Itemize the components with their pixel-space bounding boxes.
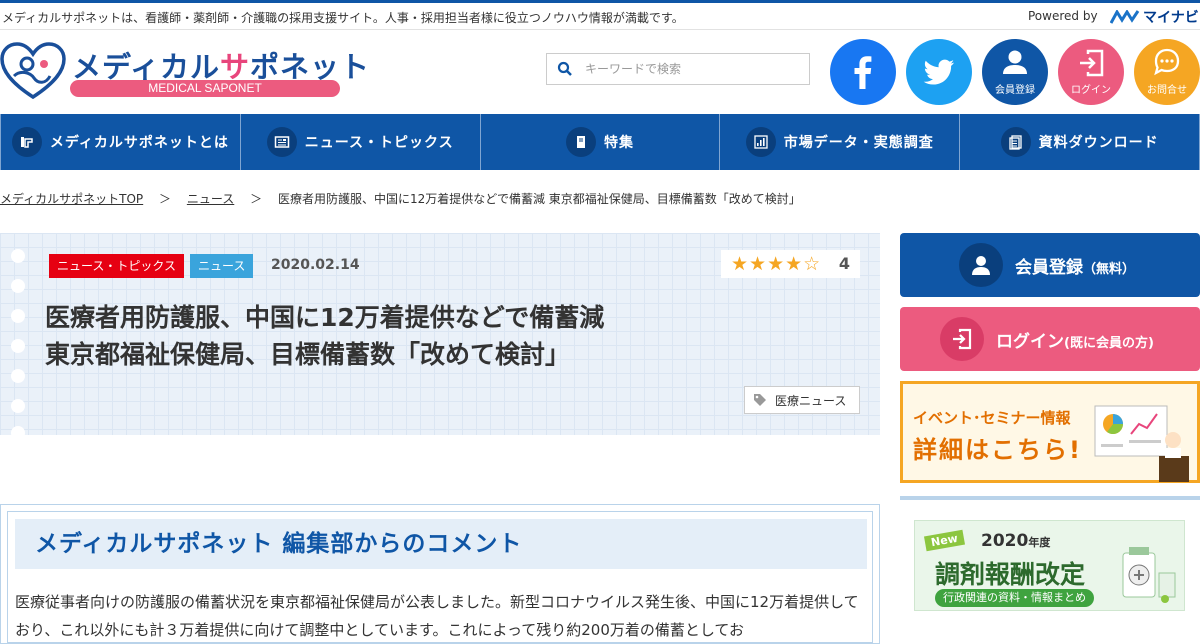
binder-ring [11, 249, 25, 263]
binder-ring [11, 426, 25, 440]
nav-item-label: 特集 [603, 135, 634, 151]
document-icon [1000, 127, 1031, 157]
banner-headline: 調剤報酬改定 [935, 560, 1086, 589]
binder-ring [11, 399, 25, 413]
nav-item-label: メディカルサポネットとは [49, 135, 229, 151]
tag-label: 医療ニュース [775, 393, 847, 408]
sidebar-divider [900, 496, 1200, 500]
mynavi-mark-icon [1110, 10, 1140, 24]
logo-subtitle: MEDICAL SAPONET [70, 80, 340, 97]
sidebar-member-register-button[interactable]: 会員登録（無料） [900, 233, 1200, 297]
sidebar-login-note: (既に会員の方) [1064, 335, 1154, 351]
nav-item-market-data[interactable]: 市場データ・実態調査 [720, 114, 961, 170]
article-title: 医療者用防護服、中国に12万着提供などで備蓄減 東京都福祉保健局、目標備蓄数「改… [45, 299, 705, 373]
binder-ring [11, 309, 25, 323]
bar-chart-icon [745, 127, 776, 157]
article-date: 2020.02.14 [271, 257, 360, 273]
twitter-button[interactable] [906, 39, 972, 105]
twitter-icon [923, 59, 954, 85]
mynavi-text: マイナビ [1143, 10, 1199, 26]
editor-comment-box: メディカルサポネット 編集部からのコメント 医療従事者向けの防護服の備蓄状況を東… [0, 504, 880, 644]
newspaper-icon [266, 127, 297, 157]
user-icon [959, 243, 1003, 287]
editor-comment-heading: メディカルサポネット 編集部からのコメント [15, 519, 867, 569]
speech-bubble-icon [1154, 48, 1180, 76]
new-badge: New [923, 529, 965, 552]
breadcrumb-home-link[interactable]: メディカルサポネットTOP [0, 192, 143, 206]
article-title-line2: 東京都福祉保健局、目標備蓄数「改めて検討」 [45, 340, 571, 369]
contact-label: お問合せ [1147, 85, 1187, 96]
facebook-button[interactable] [830, 39, 896, 105]
banner-year-number: 2020 [981, 531, 1029, 551]
site-tagline: メディカルサポネットは、看護師・薬剤師・介護職の採用支援サイト。人事・採用担当者… [2, 11, 684, 25]
member-register-label: 会員登録 [995, 85, 1035, 96]
login-icon [1080, 49, 1104, 77]
category-badge-news[interactable]: ニュース [190, 254, 254, 278]
sidebar-member-note: （無料） [1083, 261, 1136, 277]
editor-comment-inner: メディカルサポネット 編集部からのコメント 医療従事者向けの防護服の備蓄状況を東… [7, 511, 873, 643]
breadcrumb: メディカルサポネットTOP ＞ ニュース ＞ 医療者用防護服、中国に12万着提供… [0, 190, 801, 207]
sidebar-login-label: ログイン(既に会員の方) [996, 327, 1154, 352]
top-bar: メディカルサポネットは、看護師・薬剤師・介護職の採用支援サイト。人事・採用担当者… [0, 0, 1200, 30]
dispensing-fee-revision-banner[interactable]: New 2020年度 調剤報酬改定 行政関連の資料・情報まとめ [914, 520, 1185, 611]
nav-item-about[interactable]: メディカルサポネットとは [0, 114, 241, 170]
editor-comment-body: 医療従事者向けの防護服の備蓄状況を東京都福祉保健局が公表しました。新型コロナウイ… [15, 593, 859, 639]
search-input[interactable] [585, 58, 805, 80]
site-logo[interactable]: メディカルサポネット MEDICAL SAPONET [0, 42, 369, 102]
article-title-line1: 医療者用防護服、中国に12万着提供などで備蓄減 [45, 303, 605, 332]
rating-box: ★★★★☆ 4 [721, 250, 860, 278]
nav-item-label: ニュース・トピックス [304, 135, 454, 151]
event-banner-line1: イベント･セミナー情報 [913, 409, 1071, 427]
presentation-illustration-icon [1094, 405, 1189, 482]
logo-text-3: ポネット [250, 50, 371, 84]
book-icon [565, 127, 596, 157]
banner-year: 2020年度 [981, 531, 1050, 551]
contact-button[interactable]: お問合せ [1134, 39, 1200, 105]
breadcrumb-news-link[interactable]: ニュース [187, 192, 234, 206]
member-register-button[interactable]: 会員登録 [982, 39, 1048, 105]
search-icon[interactable] [557, 61, 573, 77]
tag-icon [754, 394, 766, 406]
breadcrumb-current: 医療者用防護服、中国に12万着提供などで備蓄減 東京都福祉保健局、目標備蓄数「改… [277, 192, 801, 206]
binder-ring [11, 279, 25, 293]
logo-text-1: メディカル [72, 50, 220, 84]
banner-subheadline: 行政関連の資料・情報まとめ [935, 589, 1094, 607]
global-nav: メディカルサポネットとは ニュース・トピックス 特集 市場データ・実態調査 資料… [0, 114, 1200, 170]
tag-medical-news[interactable]: 医療ニュース [744, 386, 860, 414]
binder-ring [11, 339, 25, 353]
facebook-icon [854, 56, 872, 89]
nav-item-feature[interactable]: 特集 [481, 114, 721, 170]
login-icon [940, 317, 984, 361]
login-label: ログイン [1071, 85, 1111, 96]
binder-ring [11, 369, 25, 383]
mynavi-logo-link[interactable]: マイナビ [1110, 7, 1199, 27]
pharmacy-illustration-icon [1122, 547, 1176, 603]
star-rating: ★★★★☆ [731, 253, 822, 275]
nav-item-label: 資料ダウンロード [1038, 135, 1159, 151]
breadcrumb-separator: ＞ [250, 192, 263, 206]
breadcrumb-separator: ＞ [159, 192, 172, 206]
event-banner-line2: 詳細はこちら! [913, 436, 1082, 464]
user-icon [1003, 50, 1027, 74]
site-header: メディカルサポネット MEDICAL SAPONET 会員登録 ログイン お問合… [0, 30, 1200, 114]
event-seminar-banner[interactable]: イベント･セミナー情報 詳細はこちら! [900, 381, 1200, 483]
banner-year-suffix: 年度 [1028, 536, 1051, 549]
sidebar-login-button[interactable]: ログイン(既に会員の方) [900, 307, 1200, 371]
sidebar-member-text: 会員登録 [1015, 257, 1083, 278]
sidebar-member-label: 会員登録（無料） [1015, 253, 1135, 278]
heart-logo-icon [0, 42, 66, 100]
login-button[interactable]: ログイン [1058, 39, 1124, 105]
search-box [546, 53, 810, 85]
article-header: ニュース・トピックス ニュース 2020.02.14 ★★★★☆ 4 医療者用防… [0, 233, 880, 440]
nav-item-download[interactable]: 資料ダウンロード [960, 114, 1200, 170]
nav-item-news[interactable]: ニュース・トピックス [241, 114, 481, 170]
nav-item-label: 市場データ・実態調査 [783, 135, 934, 151]
logo-text-2: サ [219, 50, 250, 84]
pointer-icon [11, 127, 42, 157]
powered-by-label: Powered by [1028, 9, 1098, 23]
rating-value: 4 [838, 254, 850, 273]
sidebar-login-text: ログイン [996, 331, 1064, 352]
category-badge-news-topics[interactable]: ニュース・トピックス [49, 254, 185, 278]
